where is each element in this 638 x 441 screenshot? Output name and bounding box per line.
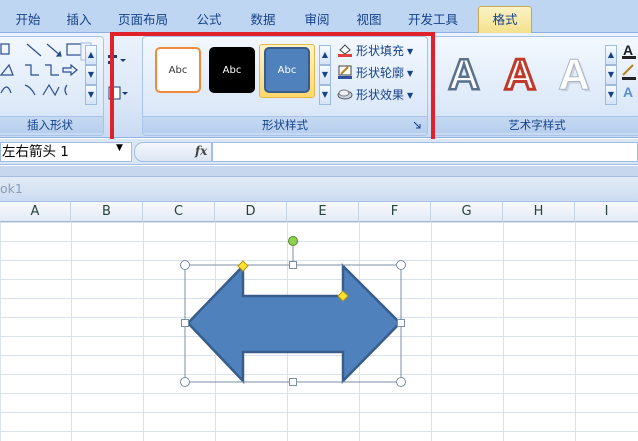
resize-handle-right[interactable] (397, 319, 405, 327)
resize-handle-bottom[interactable] (289, 378, 297, 386)
resize-handle-top-right[interactable] (396, 260, 406, 270)
resize-handle-top-left[interactable] (180, 260, 190, 270)
resize-handle-bottom-left[interactable] (180, 377, 190, 387)
left-right-arrow-shape[interactable] (186, 262, 402, 385)
resize-handle-left[interactable] (181, 319, 189, 327)
resize-handle-bottom-right[interactable] (396, 377, 406, 387)
selected-shape-layer (180, 236, 406, 387)
rotation-handle[interactable] (288, 236, 298, 246)
resize-handle-top[interactable] (289, 261, 297, 269)
